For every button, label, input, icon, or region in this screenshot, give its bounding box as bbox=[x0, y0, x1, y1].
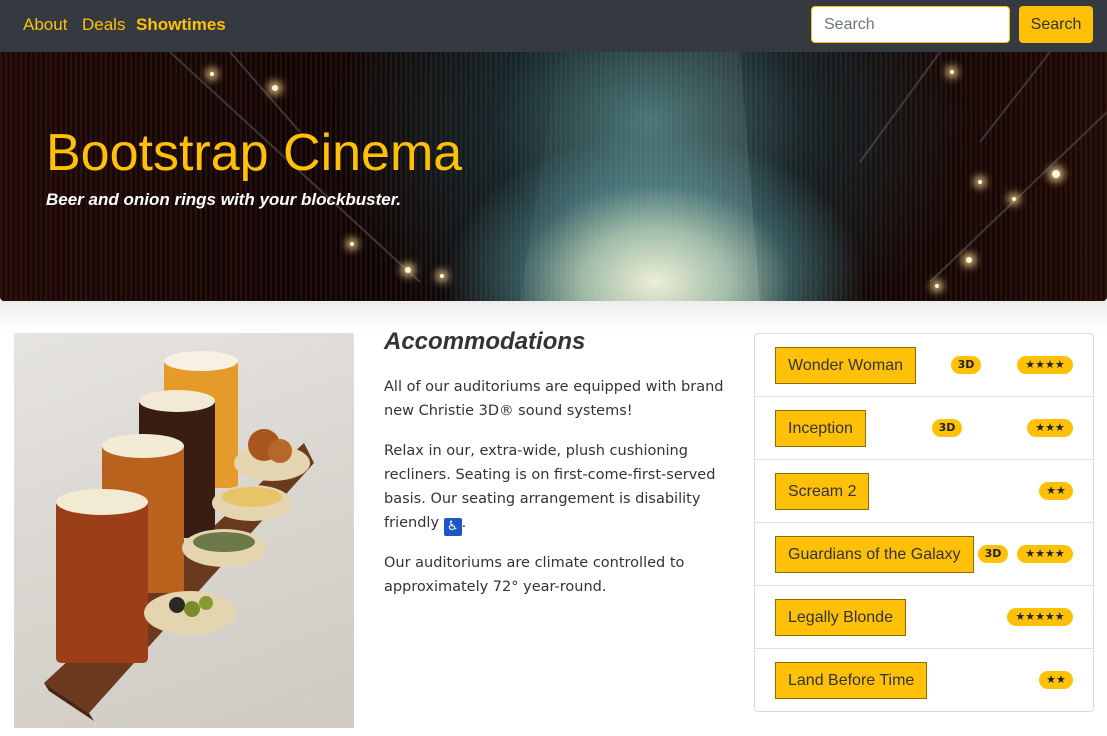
3d-badge: 3D bbox=[951, 356, 981, 374]
stage-light bbox=[350, 242, 354, 246]
nav-link-showtimes[interactable]: Showtimes bbox=[136, 15, 226, 35]
nav-link-deals[interactable]: Deals bbox=[82, 15, 125, 35]
navbar: About Deals Showtimes Search bbox=[0, 0, 1107, 52]
accommodations-paragraph: Relax in our, extra-wide, plush cushioni… bbox=[384, 443, 716, 536]
rating-badge: ★★★★★ bbox=[1007, 608, 1073, 626]
movie-button[interactable]: Guardians of the Galaxy bbox=[775, 536, 974, 573]
search-input[interactable] bbox=[811, 6, 1010, 43]
movie-button[interactable]: Wonder Woman bbox=[775, 347, 917, 384]
hero-banner: Bootstrap Cinema Beer and onion rings wi… bbox=[0, 52, 1107, 301]
stage-light bbox=[272, 85, 278, 91]
movie-row: Legally Blonde ★★★★★ bbox=[755, 586, 1093, 649]
3d-badge: 3D bbox=[932, 419, 962, 437]
stage-light bbox=[966, 257, 972, 263]
stage-light bbox=[210, 72, 214, 76]
accommodations-paragraph-text: Relax in our, extra-wide, plush cushioni… bbox=[384, 443, 716, 531]
stage-light bbox=[1052, 170, 1060, 178]
stage-light bbox=[935, 284, 939, 288]
movie-row: Scream 2 ★★ bbox=[755, 460, 1093, 523]
rating-badge: ★★★★ bbox=[1017, 356, 1073, 374]
wheelchair-icon: ♿ bbox=[443, 518, 462, 536]
movie-button[interactable]: Land Before Time bbox=[775, 662, 928, 699]
rating-badge: ★★ bbox=[1039, 671, 1073, 689]
hero-shadow bbox=[0, 301, 1107, 331]
hero-title: Bootstrap Cinema bbox=[46, 124, 463, 182]
beer-flight-illustration bbox=[44, 351, 314, 721]
stage-light bbox=[405, 267, 411, 273]
accommodations-title: Accommodations bbox=[384, 328, 586, 355]
beer-flight-image bbox=[14, 333, 354, 728]
stage-light bbox=[440, 274, 444, 278]
movie-list: Wonder Woman 3D ★★★★ Inception 3D ★★★ Sc… bbox=[754, 333, 1094, 712]
accommodations-paragraph: Our auditoriums are climate controlled t… bbox=[384, 555, 685, 595]
rating-badge: ★★ bbox=[1039, 482, 1073, 500]
movie-button[interactable]: Scream 2 bbox=[775, 473, 870, 510]
stage-light bbox=[1012, 197, 1016, 201]
movie-row: Wonder Woman 3D ★★★★ bbox=[755, 334, 1093, 397]
stage-light bbox=[978, 180, 982, 184]
rating-badge: ★★★★ bbox=[1017, 545, 1073, 563]
accommodations-paragraph: All of our auditoriums are equipped with… bbox=[384, 379, 724, 419]
3d-badge: 3D bbox=[978, 545, 1008, 563]
stage-light bbox=[950, 70, 954, 74]
nav-link-about[interactable]: About bbox=[23, 15, 67, 35]
movie-button[interactable]: Legally Blonde bbox=[775, 599, 906, 636]
movie-row: Inception 3D ★★★ bbox=[755, 397, 1093, 460]
movie-button[interactable]: Inception bbox=[775, 410, 866, 447]
movie-row: Guardians of the Galaxy 3D ★★★★ bbox=[755, 523, 1093, 586]
rating-badge: ★★★ bbox=[1027, 419, 1073, 437]
search-button[interactable]: Search bbox=[1019, 6, 1093, 43]
hero-subtitle: Beer and onion rings with your blockbust… bbox=[46, 190, 402, 209]
movie-row: Land Before Time ★★ bbox=[755, 649, 1093, 712]
